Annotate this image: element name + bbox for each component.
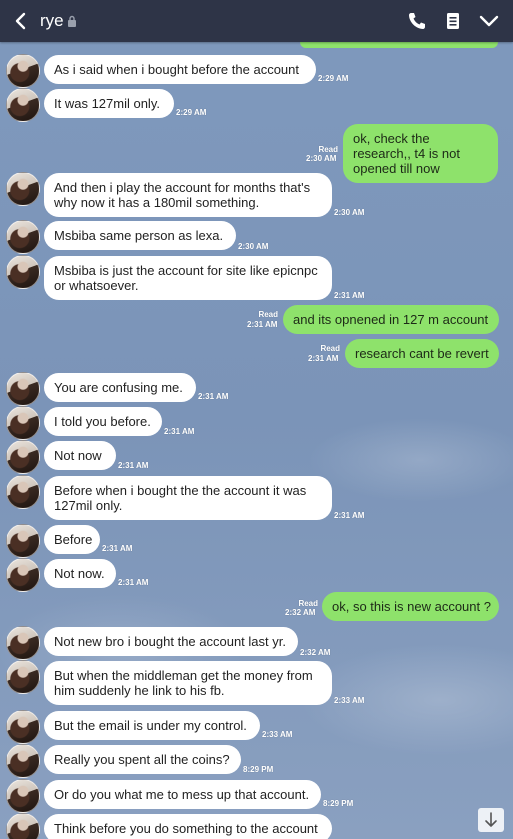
message-bubble[interactable]: I told you before.	[44, 407, 162, 436]
contact-avatar[interactable]	[6, 660, 40, 694]
message-time: 2:31 AM	[334, 511, 365, 520]
message-bubble[interactable]: And then i play the account for months t…	[44, 173, 332, 217]
message-time: 2:33 AM	[334, 696, 365, 705]
message-bubble[interactable]: and its opnened in 127 m account	[283, 305, 499, 334]
message-bubble[interactable]: Not new bro i bought the account last yr…	[44, 627, 298, 656]
contact-avatar[interactable]	[6, 813, 40, 839]
lock-icon	[68, 15, 76, 27]
contact-avatar[interactable]	[6, 220, 40, 254]
contact-avatar[interactable]	[6, 524, 40, 558]
phone-call-icon[interactable]	[406, 10, 428, 32]
message-time: 2:31 AM	[164, 427, 195, 436]
message-time: 2:33 AM	[262, 730, 293, 739]
contact-avatar[interactable]	[6, 255, 40, 289]
partial-outgoing-bubble	[300, 42, 498, 48]
notes-icon[interactable]	[442, 10, 464, 32]
read-receipt: Read	[258, 310, 278, 319]
message-row-incoming: You are confusing me. 2:31 AM	[0, 372, 513, 406]
chevron-down-icon[interactable]	[478, 10, 500, 32]
message-row-outgoing: Read 2:31 AM research cant be revert	[0, 339, 513, 369]
read-receipt: Read	[320, 344, 340, 353]
message-row-incoming: Before when i bought the the account it …	[0, 475, 513, 520]
contact-avatar[interactable]	[6, 54, 40, 88]
message-row-incoming: But when the middleman get the money fro…	[0, 660, 513, 705]
message-bubble[interactable]: Think before you do something to the acc…	[44, 814, 332, 839]
message-row-incoming: Or do you what me to mess up that accoun…	[0, 779, 513, 813]
message-row-incoming: Not now. 2:31 AM	[0, 558, 513, 592]
contact-avatar[interactable]	[6, 475, 40, 509]
message-time: 2:32 AM	[285, 608, 316, 617]
message-row-incoming: Not new bro i bought the account last yr…	[0, 626, 513, 660]
message-bubble[interactable]: Msbiba same person as lexa.	[44, 221, 236, 250]
message-time: 2:30 AM	[238, 242, 269, 251]
message-bubble[interactable]: ok, so this is new account ?	[322, 592, 499, 621]
message-row-incoming: Really you spent all the coins? 8:29 PM	[0, 744, 513, 778]
message-row-outgoing: Read 2:30 AM ok, check the research,, t4…	[0, 124, 513, 183]
contact-avatar[interactable]	[6, 88, 40, 122]
message-time: 2:30 AM	[334, 208, 365, 217]
message-time: 2:30 AM	[306, 154, 337, 163]
message-row-incoming: Think before you do something to the acc…	[0, 813, 513, 839]
message-row-incoming: Before 2:31 AM	[0, 524, 513, 558]
message-row-incoming: I told you before. 2:31 AM	[0, 406, 513, 440]
message-time: 2:32 AM	[300, 648, 331, 657]
contact-avatar[interactable]	[6, 626, 40, 660]
contact-avatar[interactable]	[6, 779, 40, 813]
message-bubble[interactable]: But the email is under my control.	[44, 711, 260, 740]
message-bubble[interactable]: You are confusing me.	[44, 373, 196, 402]
message-bubble[interactable]: As i said when i bought before the accou…	[44, 55, 316, 84]
contact-avatar[interactable]	[6, 172, 40, 206]
message-bubble[interactable]: Not now	[44, 441, 116, 470]
message-row-incoming: Msbiba same person as lexa. 2:30 AM	[0, 220, 513, 254]
message-bubble[interactable]: research cant be revert	[345, 339, 499, 368]
message-bubble[interactable]: Msbiba is just the account for site like…	[44, 256, 332, 300]
message-time: 2:31 AM	[118, 578, 149, 587]
message-time: 2:31 AM	[308, 354, 339, 363]
message-row-incoming: And then i play the account for months t…	[0, 172, 513, 217]
message-time: 2:31 AM	[334, 291, 365, 300]
arrow-down-icon	[485, 812, 497, 827]
contact-avatar[interactable]	[6, 372, 40, 406]
message-row-outgoing: Read 2:32 AM ok, so this is new account …	[0, 592, 513, 622]
message-row-outgoing: Read 2:31 AM and its opnened in 127 m ac…	[0, 305, 513, 335]
message-bubble[interactable]: Not now.	[44, 559, 116, 588]
message-row-incoming: Msbiba is just the account for site like…	[0, 255, 513, 300]
message-row-incoming: It was 127mil only. 2:29 AM	[0, 88, 513, 122]
message-time: 2:29 AM	[318, 74, 349, 83]
chat-header: rye	[0, 0, 513, 42]
message-row-incoming: But the email is under my control. 2:33 …	[0, 710, 513, 744]
scroll-to-bottom-button[interactable]	[478, 808, 504, 832]
contact-avatar[interactable]	[6, 710, 40, 744]
contact-avatar[interactable]	[6, 744, 40, 778]
message-bubble[interactable]: It was 127mil only.	[44, 89, 174, 118]
message-time: 2:31 AM	[198, 392, 229, 401]
message-time: 2:31 AM	[247, 320, 278, 329]
message-row-incoming: Not now 2:31 AM	[0, 440, 513, 474]
message-time: 2:31 AM	[102, 544, 133, 553]
message-time: 8:29 PM	[243, 765, 274, 774]
message-time: 2:31 AM	[118, 461, 149, 470]
message-bubble[interactable]: Before	[44, 525, 100, 554]
contact-avatar[interactable]	[6, 558, 40, 592]
message-row-incoming: As i said when i bought before the accou…	[0, 54, 513, 88]
contact-avatar[interactable]	[6, 406, 40, 440]
chat-title[interactable]: rye	[40, 11, 64, 31]
message-time: 2:29 AM	[176, 108, 207, 117]
contact-avatar[interactable]	[6, 440, 40, 474]
message-bubble[interactable]: But when the middleman get the money fro…	[44, 661, 332, 705]
message-time: 8:29 PM	[323, 799, 354, 808]
message-bubble[interactable]: Or do you what me to mess up that accoun…	[44, 780, 321, 809]
message-bubble[interactable]: Before when i bought the the account it …	[44, 476, 332, 520]
message-bubble[interactable]: Really you spent all the coins?	[44, 745, 241, 774]
back-arrow-icon[interactable]	[10, 9, 32, 33]
